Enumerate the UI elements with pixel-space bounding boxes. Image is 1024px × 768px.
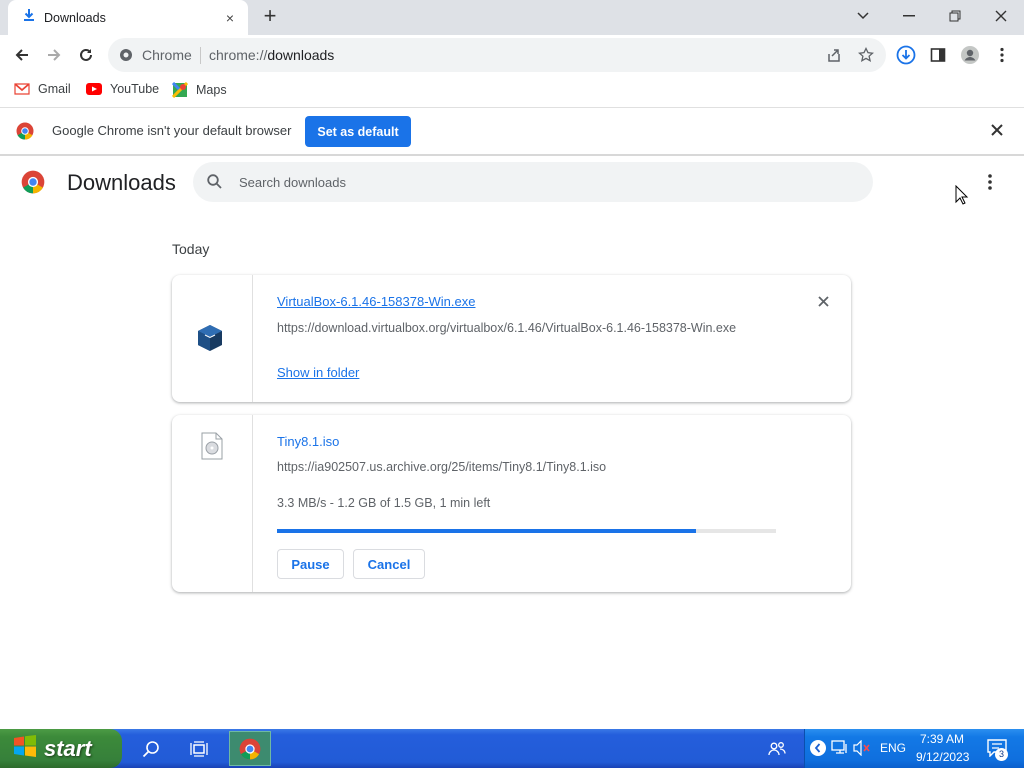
clock-date[interactable]: 9/12/2023 bbox=[916, 750, 969, 764]
tab-close-button[interactable]: × bbox=[222, 10, 238, 26]
tab-downloads[interactable]: Downloads × bbox=[8, 0, 248, 35]
toolbar: Chrome chrome://downloads bbox=[0, 35, 1024, 75]
tab-title: Downloads bbox=[44, 10, 106, 25]
minimize-button[interactable] bbox=[894, 4, 924, 28]
address-bar[interactable]: Chrome chrome://downloads bbox=[108, 38, 886, 72]
start-button[interactable]: start bbox=[0, 729, 122, 768]
volume-muted-icon[interactable] bbox=[853, 739, 871, 761]
bookmark-gmail[interactable]: Gmail bbox=[14, 82, 71, 96]
task-view-icon[interactable] bbox=[183, 733, 215, 764]
remove-download-icon[interactable] bbox=[818, 294, 829, 312]
close-window-button[interactable] bbox=[986, 4, 1016, 28]
bookmark-star-icon[interactable] bbox=[857, 46, 875, 68]
bookmark-youtube[interactable]: YouTube bbox=[86, 82, 159, 96]
tab-search-button[interactable] bbox=[848, 4, 878, 28]
infobar-close-icon[interactable] bbox=[991, 123, 1003, 141]
download-progress-fill bbox=[277, 529, 697, 533]
taskbar-chrome-button[interactable] bbox=[229, 731, 271, 766]
more-actions-icon[interactable] bbox=[980, 172, 1000, 192]
cancel-button[interactable]: Cancel bbox=[353, 549, 425, 579]
share-icon[interactable] bbox=[826, 47, 842, 68]
infobar-message: Google Chrome isn't your default browser bbox=[52, 123, 292, 138]
default-browser-infobar: Google Chrome isn't your default browser… bbox=[0, 108, 1024, 156]
back-button[interactable] bbox=[9, 42, 35, 68]
youtube-icon bbox=[86, 83, 102, 95]
people-icon[interactable] bbox=[761, 733, 793, 764]
pause-button[interactable]: Pause bbox=[277, 549, 344, 579]
page-title: Downloads bbox=[67, 170, 176, 195]
set-as-default-button[interactable]: Set as default bbox=[305, 116, 411, 147]
bookmarks-bar: Gmail YouTube Maps bbox=[0, 75, 1024, 108]
date-group-label: Today bbox=[172, 241, 210, 257]
download-filename-link[interactable]: Tiny8.1.iso bbox=[277, 434, 339, 449]
clock-time[interactable]: 7:39 AM bbox=[920, 732, 964, 746]
language-indicator[interactable]: ENG bbox=[880, 741, 906, 755]
restore-button[interactable] bbox=[940, 4, 970, 28]
new-tab-button[interactable]: + bbox=[259, 5, 281, 29]
side-panel-icon[interactable] bbox=[925, 42, 951, 68]
chrome-site-icon bbox=[119, 48, 133, 67]
gmail-icon bbox=[14, 83, 30, 95]
search-downloads-input[interactable]: Search downloads bbox=[193, 162, 873, 202]
virtualbox-icon bbox=[196, 323, 224, 358]
url-text: chrome://downloads bbox=[209, 47, 335, 63]
mouse-cursor-icon bbox=[955, 184, 969, 210]
chrome-taskbar-icon bbox=[239, 738, 261, 759]
download-source-url: https://ia902507.us.archive.org/25/items… bbox=[277, 460, 607, 474]
file-icon-column bbox=[172, 415, 253, 592]
download-icon bbox=[22, 8, 36, 27]
download-item: VirtualBox-6.1.46-158378-Win.exe https:/… bbox=[172, 275, 851, 402]
profile-avatar-icon[interactable] bbox=[957, 42, 983, 68]
omnibox-separator bbox=[200, 47, 201, 64]
download-filename-link[interactable]: VirtualBox-6.1.46-158378-Win.exe bbox=[277, 294, 476, 309]
reload-button[interactable] bbox=[73, 42, 99, 68]
show-in-folder-link[interactable]: Show in folder bbox=[277, 365, 359, 380]
start-label: start bbox=[44, 735, 92, 761]
chrome-logo-icon bbox=[21, 170, 45, 199]
notification-count-badge: 3 bbox=[995, 748, 1008, 761]
downloads-toolbar-icon[interactable] bbox=[893, 42, 919, 68]
download-status-text: 3.3 MB/s - 1.2 GB of 1.5 GB, 1 min left bbox=[277, 496, 491, 510]
chrome-menu-icon[interactable] bbox=[989, 42, 1015, 68]
windows-logo-icon bbox=[12, 735, 38, 762]
search-taskbar-icon[interactable] bbox=[135, 733, 167, 764]
system-tray: ENG 7:39 AM 9/12/2023 bbox=[804, 729, 1024, 768]
show-hidden-icons-icon[interactable] bbox=[809, 739, 827, 762]
bookmark-maps[interactable]: Maps bbox=[172, 82, 227, 98]
download-source-url: https://download.virtualbox.org/virtualb… bbox=[277, 321, 737, 335]
chrome-logo-icon bbox=[16, 122, 34, 145]
file-icon-column bbox=[172, 275, 253, 402]
download-progress-bar bbox=[277, 529, 776, 533]
search-icon bbox=[207, 174, 222, 194]
tab-strip: Downloads × + bbox=[0, 0, 1024, 35]
taskbar: start ENG 7:39 AM 9/12/2023 bbox=[0, 729, 1024, 768]
iso-file-icon bbox=[201, 432, 223, 465]
site-label: Chrome bbox=[142, 47, 192, 63]
download-item: Tiny8.1.iso https://ia902507.us.archive.… bbox=[172, 415, 851, 592]
search-placeholder: Search downloads bbox=[239, 175, 346, 190]
forward-button[interactable] bbox=[41, 42, 67, 68]
maps-icon bbox=[172, 82, 188, 98]
network-icon[interactable] bbox=[831, 740, 849, 761]
